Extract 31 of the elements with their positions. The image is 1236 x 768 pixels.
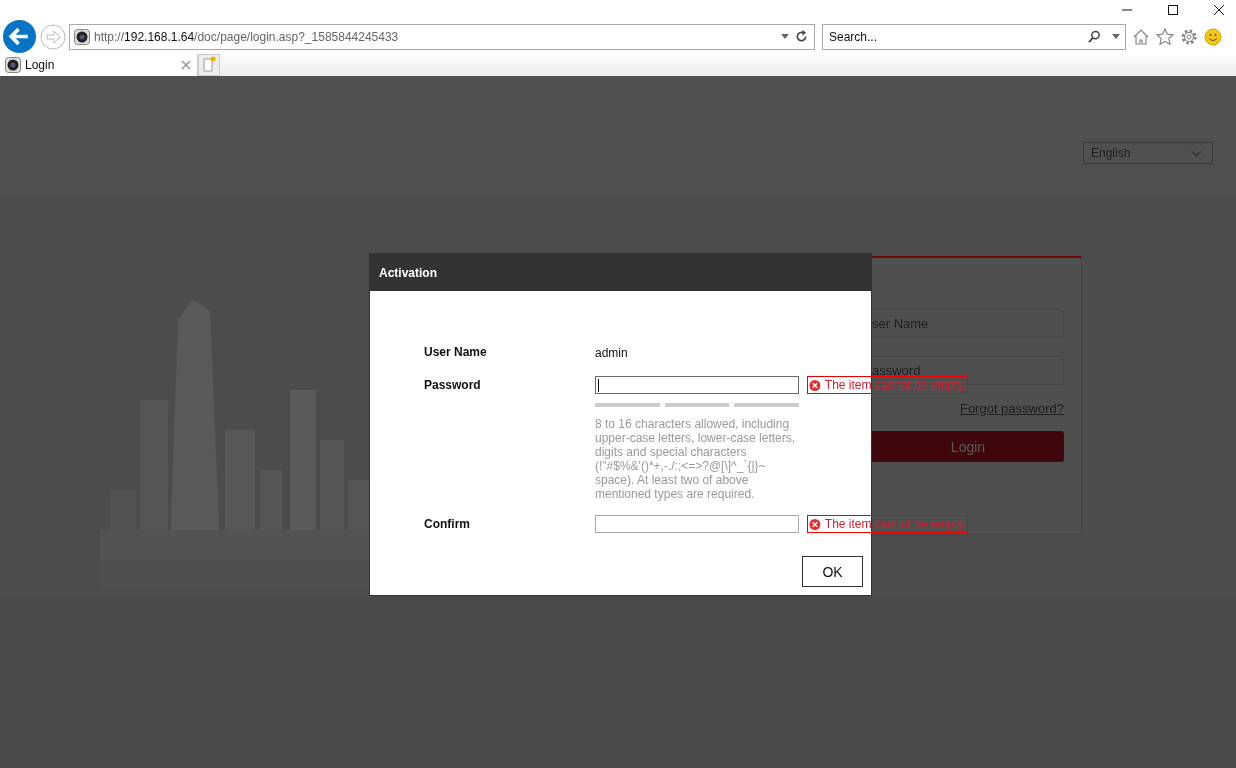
star-icon[interactable] [1156, 27, 1174, 46]
camera-icon [74, 28, 90, 45]
chevron-down-icon [1191, 149, 1202, 157]
back-button[interactable] [2, 19, 37, 54]
address-field[interactable]: http://192.168.1.64/doc/page/login.asp?_1585844245433 [69, 23, 815, 50]
field-label: User Name [424, 344, 488, 361]
tab-title[interactable]: Login [25, 58, 181, 72]
browser-tab[interactable]: Login [0, 54, 198, 76]
camera-icon [5, 57, 21, 73]
password-hint: 8 to 16 characters allowed, including upper-case letters, lower-case letters, digits and special characters (!"#$%&'()*+,-./:;<=>?@[\]^_`{|}~ space). At least two of above mentioned types are required. [595, 417, 797, 501]
password-field[interactable] [595, 376, 799, 394]
error-icon [809, 378, 821, 392]
password-field[interactable] [595, 515, 799, 533]
field-label: Password [424, 377, 482, 394]
search-icon[interactable] [1088, 29, 1103, 43]
close-icon[interactable] [1213, 3, 1225, 16]
error-icon [809, 517, 821, 531]
search-field[interactable]: Search... [822, 23, 1126, 50]
ok-button[interactable]: OK [802, 556, 863, 587]
field-value: admin [595, 346, 628, 360]
field-label: Confirm [424, 516, 471, 533]
refresh-icon[interactable] [795, 30, 808, 43]
maximize-icon[interactable] [1167, 3, 1179, 16]
error-text: The item cannot be empty. [824, 517, 966, 531]
settings-icon[interactable] [1180, 27, 1198, 46]
home-icon[interactable] [1132, 27, 1150, 46]
dropdown-icon[interactable] [1112, 33, 1120, 39]
smiley-icon[interactable] [1204, 27, 1222, 46]
dropdown-icon[interactable] [781, 34, 789, 39]
login-button[interactable]: Login [872, 431, 1064, 462]
dialog-title: Activation [379, 265, 437, 280]
